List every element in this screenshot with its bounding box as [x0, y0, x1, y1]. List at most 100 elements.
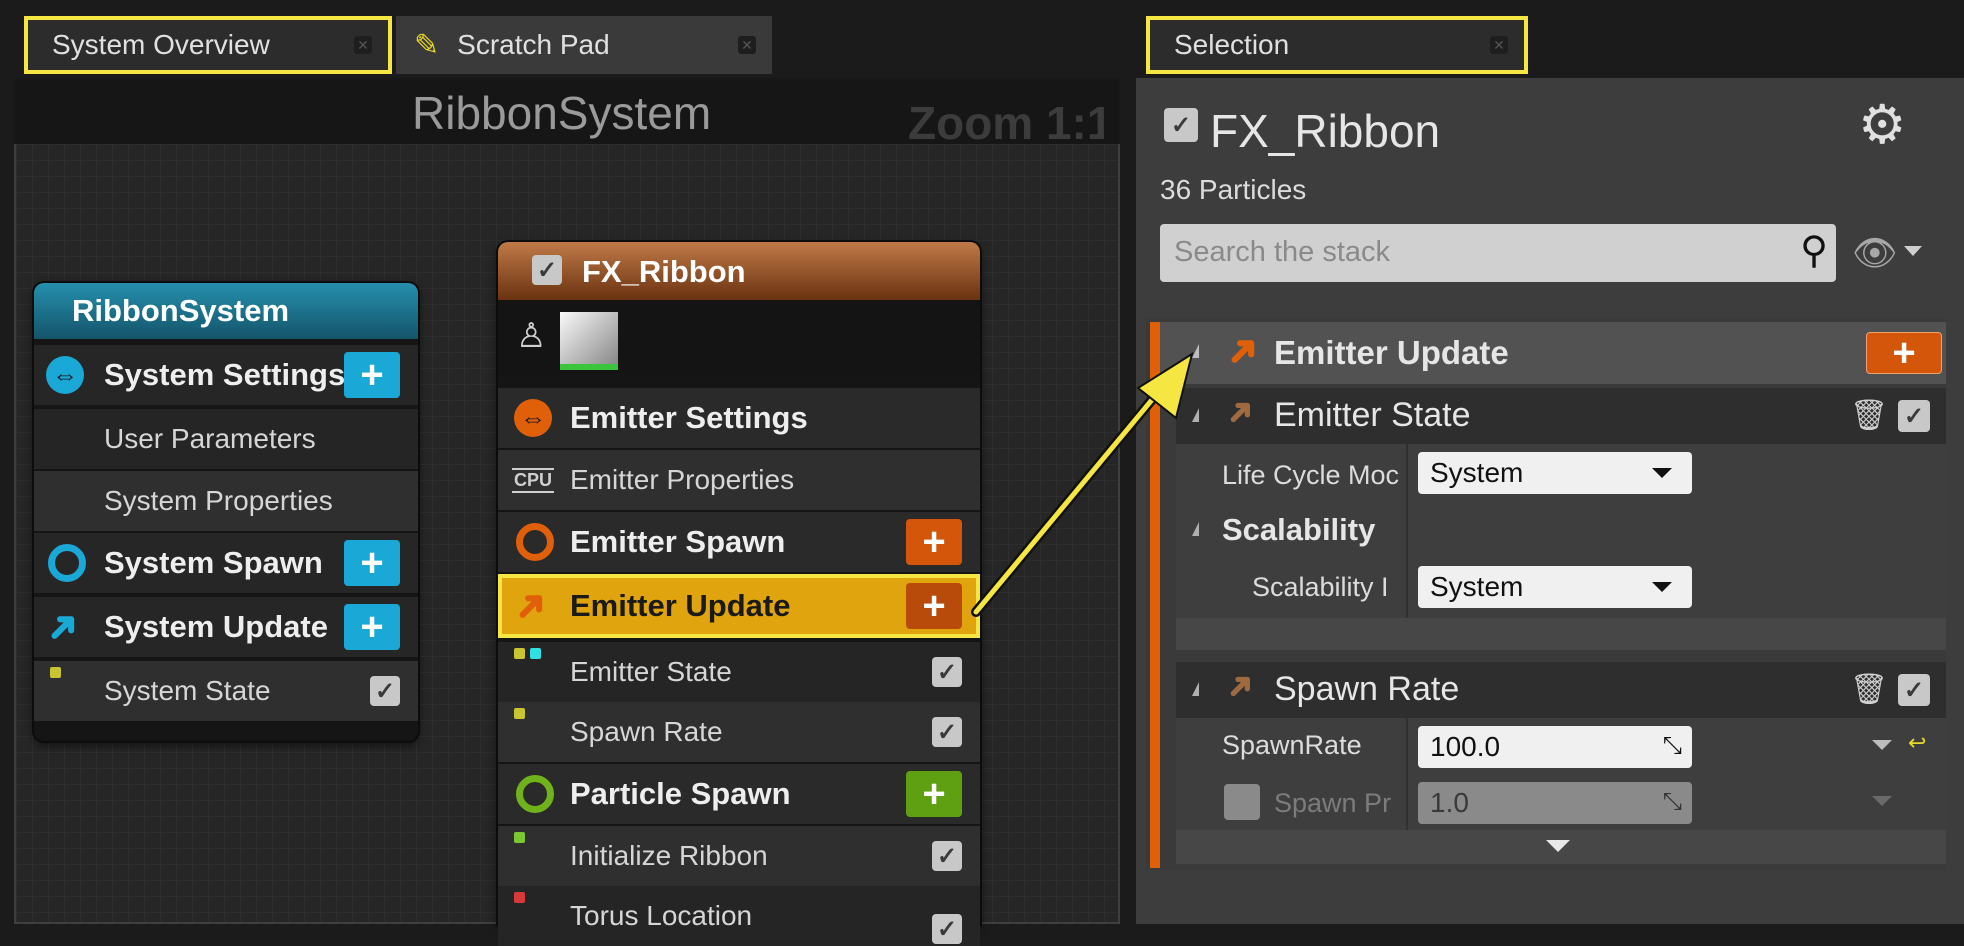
pencil-icon: ✎	[414, 28, 440, 62]
life-cycle-label: Life Cycle Moc	[1222, 460, 1400, 490]
enable-checkbox[interactable]: ✓	[1898, 674, 1930, 706]
row-label: Emitter Properties	[570, 464, 795, 495]
close-icon[interactable]: ✕	[1490, 36, 1508, 54]
system-node-title: RibbonSystem	[72, 293, 290, 328]
module-status-dot	[514, 648, 525, 659]
tab-label: Scratch Pad	[457, 29, 610, 60]
add-particle-spawn-button[interactable]: +	[906, 771, 962, 817]
particle-spawn-row[interactable]: Particle Spawn +	[498, 764, 980, 824]
trash-icon[interactable]: 🗑	[1850, 398, 1888, 433]
add-module-button[interactable]: +	[1866, 332, 1942, 374]
emitter-settings-row[interactable]: ⇔ Emitter Settings	[498, 388, 980, 448]
emitter-state-row[interactable]: Emitter State ✓	[498, 642, 980, 702]
module-status-dot	[50, 667, 61, 678]
input-value: 1.0	[1430, 787, 1469, 818]
emitter-update-row[interactable]: ➜ Emitter Update +	[498, 574, 980, 638]
gear-icon[interactable]: ⚙	[1858, 98, 1906, 152]
emitter-spawn-row[interactable]: Emitter Spawn +	[498, 512, 980, 572]
reset-icon[interactable]: ↩	[1908, 730, 1926, 756]
enable-checkbox[interactable]: ✓	[932, 657, 962, 687]
row-label: Spawn Rate	[570, 716, 723, 747]
chevron-down-icon	[1872, 796, 1892, 806]
stack-search-input[interactable]: Search the stack ⚲	[1160, 224, 1836, 282]
row-label: Torus Location	[570, 900, 753, 931]
tab-scratch-pad[interactable]: ✎ Scratch Pad ✕	[396, 16, 772, 74]
module-title: Spawn Rate	[1274, 670, 1460, 708]
row-label: Emitter Spawn	[570, 524, 786, 559]
emitter-enable-checkbox[interactable]: ✓	[532, 255, 562, 285]
expand-icon[interactable]: ⤡	[1663, 732, 1682, 760]
row-label: Emitter State	[570, 656, 732, 687]
system-settings-row[interactable]: ⇔ System Settings +	[34, 345, 418, 405]
life-cycle-dropdown[interactable]: System	[1418, 452, 1692, 494]
search-placeholder: Search the stack	[1174, 236, 1390, 268]
enable-checkbox[interactable]: ✓	[1898, 400, 1930, 432]
chevron-down-icon	[1652, 582, 1672, 592]
emitter-properties-row[interactable]: CPU Emitter Properties	[498, 450, 980, 510]
close-icon[interactable]: ✕	[738, 36, 756, 54]
add-system-update-button[interactable]: +	[344, 604, 400, 650]
emitter-enable-checkbox[interactable]: ✓	[1164, 108, 1198, 142]
row-label: System Properties	[104, 485, 333, 516]
module-footer	[1176, 618, 1946, 650]
tab-selection[interactable]: Selection ✕	[1146, 16, 1528, 74]
torus-location-row[interactable]: Torus Location ✓	[498, 886, 980, 946]
scalability-dropdown[interactable]: System	[1418, 566, 1692, 608]
scalability-header[interactable]: Scalability	[1222, 512, 1375, 548]
emitter-node-title: FX_Ribbon	[582, 254, 746, 289]
spawn-probability-checkbox[interactable]	[1224, 784, 1260, 820]
emitter-thumbnail[interactable]	[560, 312, 618, 370]
chevron-down-icon[interactable]	[1872, 740, 1892, 750]
system-update-row[interactable]: ➜ System Update +	[34, 597, 418, 657]
row-label: Particle Spawn	[570, 776, 791, 811]
tab-label: Selection	[1174, 29, 1290, 60]
add-system-spawn-button[interactable]: +	[344, 540, 400, 586]
ring-icon	[48, 544, 86, 582]
tab-label: System Overview	[52, 29, 270, 60]
enable-checkbox[interactable]: ✓	[932, 717, 962, 747]
property-divider	[1406, 444, 1408, 618]
add-emitter-update-button[interactable]: +	[906, 583, 962, 629]
system-properties-row[interactable]: System Properties	[34, 471, 418, 531]
spawn-probability-input[interactable]: 1.0 ⤡	[1418, 782, 1692, 824]
module-status-dot	[514, 892, 525, 903]
cpu-icon: CPU	[512, 467, 555, 493]
add-emitter-spawn-button[interactable]: +	[906, 519, 962, 565]
trash-icon[interactable]: 🗑	[1850, 672, 1888, 707]
tab-system-overview[interactable]: System Overview ✕	[24, 16, 392, 74]
initialize-ribbon-row[interactable]: Initialize Ribbon ✓	[498, 826, 980, 886]
row-label: System State	[104, 675, 271, 706]
ring-icon	[516, 775, 554, 813]
selected-emitter-name: FX_Ribbon	[1210, 105, 1441, 157]
enable-checkbox[interactable]: ✓	[932, 914, 962, 944]
eye-icon[interactable]: 👁	[1852, 232, 1898, 274]
system-node[interactable]: RibbonSystem ⇔ System Settings + User Pa…	[34, 283, 418, 741]
scalability-label: Scalability I	[1252, 572, 1389, 602]
close-icon[interactable]: ✕	[354, 36, 372, 54]
search-icon[interactable]: ⚲	[1800, 228, 1828, 273]
enable-checkbox[interactable]: ✓	[932, 841, 962, 871]
property-divider	[1406, 718, 1408, 830]
enable-checkbox[interactable]: ✓	[370, 676, 400, 706]
collapse-icon[interactable]	[1192, 682, 1199, 696]
module-status-dot	[530, 648, 541, 659]
system-spawn-row[interactable]: System Spawn +	[34, 533, 418, 593]
add-system-settings-button[interactable]: +	[344, 352, 400, 398]
zoom-label: Zoom 1:1	[908, 97, 1104, 149]
row-label: User Parameters	[104, 423, 316, 454]
arrow-icon: ➜	[503, 578, 559, 634]
emitter-settings-icon: ⇔	[514, 399, 552, 437]
arrow-icon: ➜	[35, 599, 91, 655]
system-settings-icon: ⇔	[46, 356, 84, 394]
input-value: 100.0	[1430, 731, 1501, 762]
spawnrate-input[interactable]: 100.0 ⤡	[1418, 726, 1692, 768]
emitter-node[interactable]: ✓ FX_Ribbon ♙ ⇔ Emitter Settings CPU Emi…	[498, 242, 980, 946]
chevron-down-icon[interactable]	[1904, 246, 1922, 256]
spawn-probability-label: Spawn Pr	[1274, 788, 1392, 818]
spawn-rate-row[interactable]: Spawn Rate ✓	[498, 702, 980, 762]
callout-arrow	[971, 351, 1194, 617]
row-label: System Spawn	[104, 545, 323, 580]
expand-advanced-icon[interactable]	[1546, 840, 1570, 852]
user-parameters-row[interactable]: User Parameters	[34, 409, 418, 469]
system-state-row[interactable]: System State ✓	[34, 661, 418, 721]
